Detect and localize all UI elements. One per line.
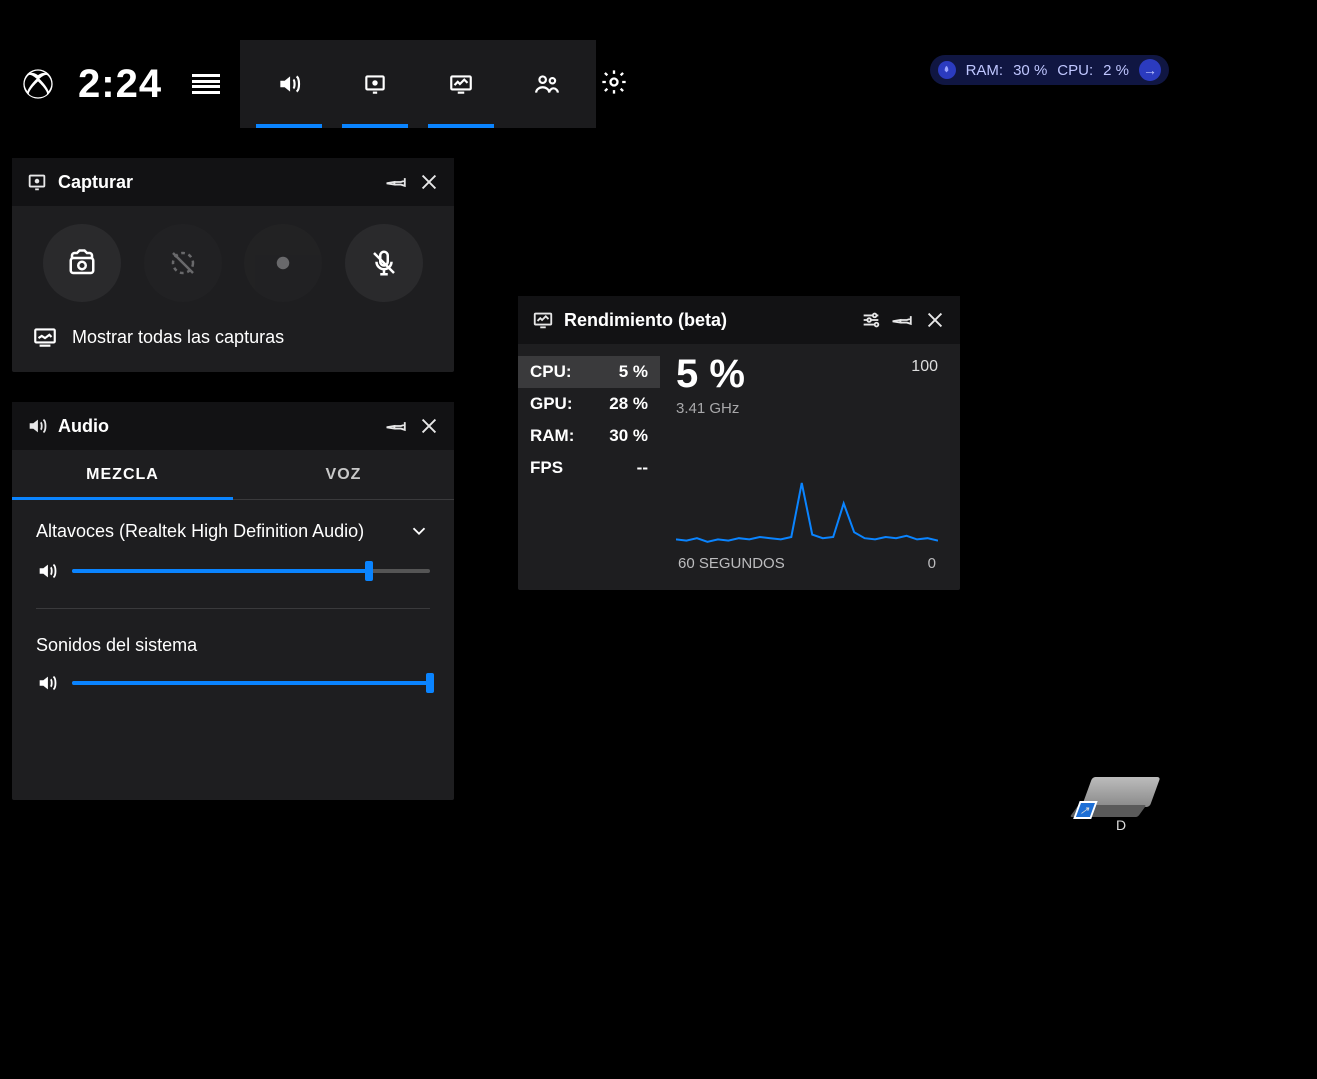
graph-xlabel-left: 60 SEGUNDOS [678,555,785,572]
screenshot-button[interactable] [43,224,121,302]
performance-header: Rendimiento (beta) [518,296,960,344]
device-volume-slider[interactable] [72,569,430,573]
game-bar-topbar: 2:24 [10,40,596,128]
graph-xlabel-right: 0 [928,555,936,572]
tab-mix[interactable]: MEZCLA [12,450,233,499]
audio-header: Audio [12,402,454,450]
tab-voice[interactable]: VOZ [233,450,454,499]
clock: 2:24 [78,62,162,107]
widget-tabbar [240,40,596,128]
metric-row[interactable]: CPU:5 % [518,356,660,388]
rocket-icon [938,61,956,79]
output-device-row[interactable]: Altavoces (Realtek High Definition Audio… [36,520,430,542]
pill-ram-label: RAM: [966,62,1004,79]
system-volume-slider[interactable] [72,681,430,685]
cpu-usage-graph [676,429,938,549]
pill-expand-icon[interactable]: → [1139,59,1161,81]
record-last-button[interactable] [144,224,222,302]
performance-icon [532,309,554,331]
show-all-captures-link[interactable]: Mostrar todas las capturas [12,316,454,372]
drive-icon: ↗ [1082,777,1161,807]
record-button[interactable] [244,224,322,302]
tab-audio[interactable] [246,40,332,128]
graph-zone: 100 5 % 3.41 GHz 60 SEGUNDOS 0 [666,352,946,572]
tab-social[interactable] [504,40,590,128]
drive-label: D [1083,817,1159,833]
audio-title: Audio [58,416,376,437]
metric-row[interactable]: GPU:28 % [518,388,660,420]
capture-header: Capturar [12,158,454,206]
pin-icon[interactable] [892,309,914,331]
capture-widget: Capturar Mostrar todas las capturas [12,158,454,372]
gallery-icon [32,324,58,350]
audio-widget: Audio MEZCLA VOZ Altavoces (Realtek High… [12,402,454,800]
metric-row[interactable]: RAM:30 % [518,420,660,452]
output-device-label: Altavoces (Realtek High Definition Audio… [36,521,364,542]
performance-pill[interactable]: RAM: 30 % CPU: 2 % → [930,55,1169,85]
widget-menu-icon[interactable] [192,70,220,98]
xbox-logo-icon[interactable] [22,68,54,100]
mic-toggle-button[interactable] [345,224,423,302]
pill-cpu-value: 2 % [1103,62,1129,79]
capture-icon [26,171,48,193]
device-volume-row [36,560,430,582]
capture-buttons [12,206,454,316]
pin-icon[interactable] [386,171,408,193]
show-all-captures-label: Mostrar todas las capturas [72,327,284,348]
close-icon[interactable] [418,415,440,437]
divider [36,608,430,609]
close-icon[interactable] [418,171,440,193]
speaker-icon[interactable] [36,672,58,694]
shortcut-arrow-icon: ↗ [1073,801,1098,819]
pill-ram-value: 30 % [1013,62,1047,79]
graph-big-value: 5 % [676,354,938,394]
chevron-down-icon [408,520,430,542]
system-sounds-label: Sonidos del sistema [36,635,430,656]
settings-sliders-icon[interactable] [860,309,882,331]
close-icon[interactable] [924,309,946,331]
metric-list: CPU:5 %GPU:28 %RAM:30 %FPS-- [518,352,660,572]
graph-ymax: 100 [911,358,938,376]
tab-performance[interactable] [418,40,504,128]
speaker-icon[interactable] [36,560,58,582]
performance-title: Rendimiento (beta) [564,310,850,331]
desktop-drive-shortcut[interactable]: ↗ D [1083,777,1159,833]
settings-gear-icon[interactable] [600,68,628,96]
capture-title: Capturar [58,172,376,193]
tab-capture[interactable] [332,40,418,128]
cpu-frequency: 3.41 GHz [676,400,938,417]
audio-tabs: MEZCLA VOZ [12,450,454,500]
pill-cpu-label: CPU: [1057,62,1093,79]
system-volume-row [36,672,430,694]
speaker-icon [26,415,48,437]
pin-icon[interactable] [386,415,408,437]
performance-widget: Rendimiento (beta) CPU:5 %GPU:28 %RAM:30… [518,296,960,590]
metric-row[interactable]: FPS-- [518,452,660,484]
